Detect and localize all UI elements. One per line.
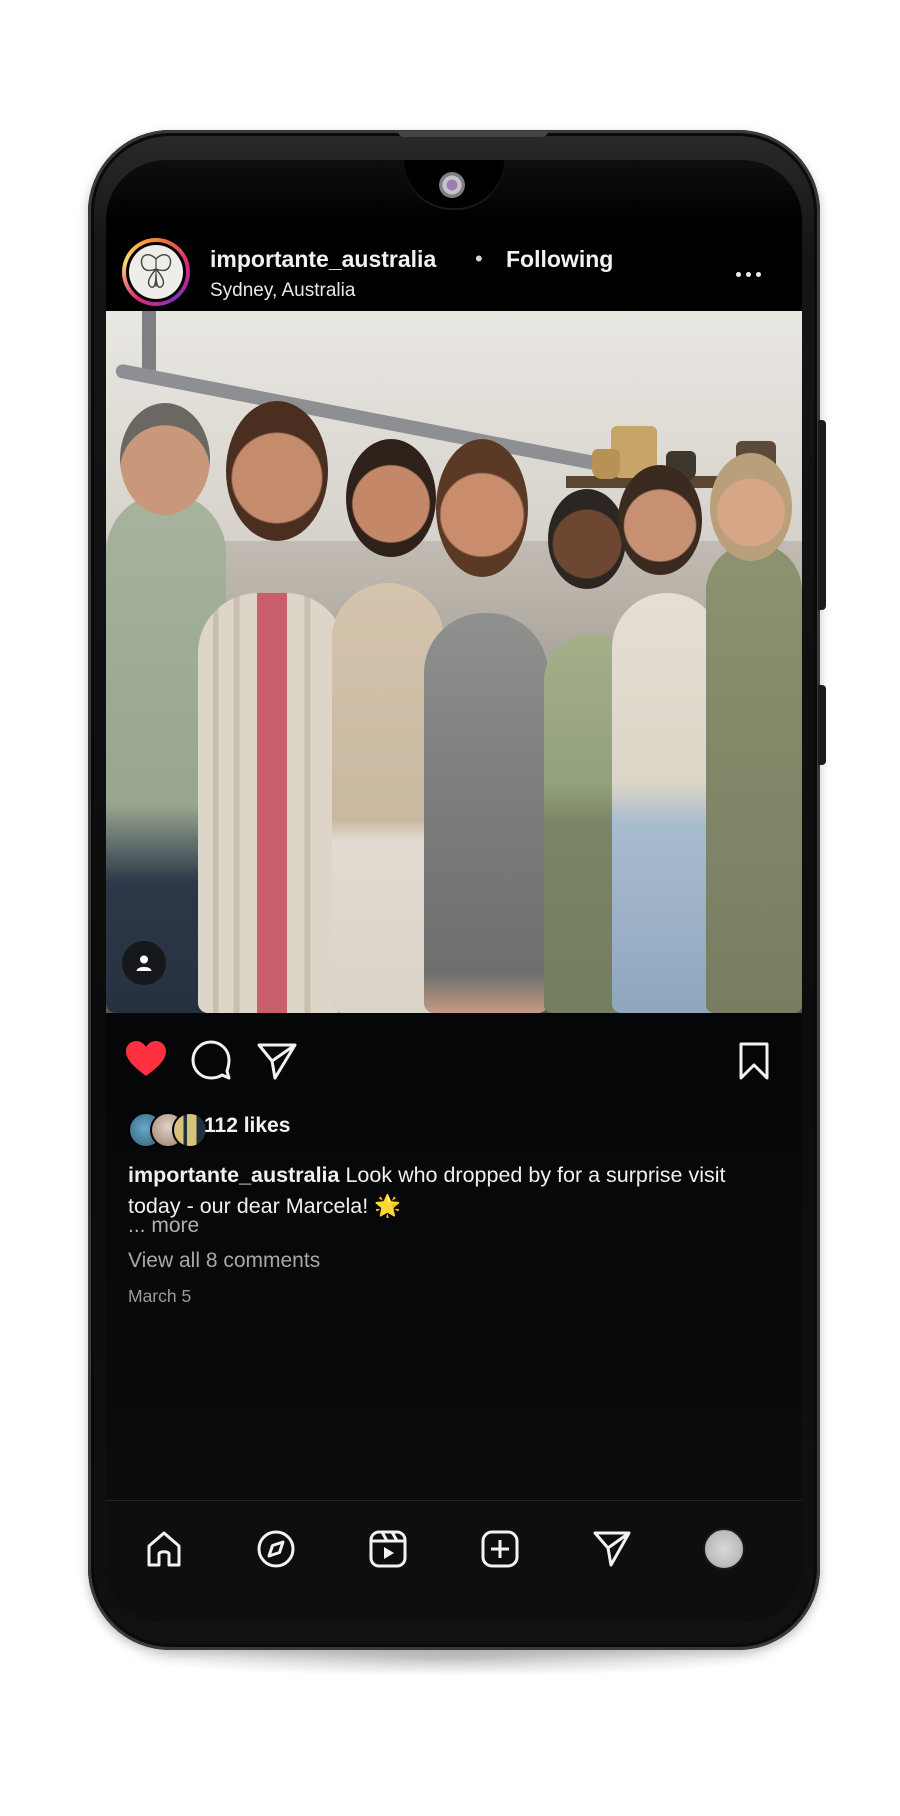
share-icon[interactable] [256,1041,298,1086]
following-button[interactable]: Following [506,246,613,273]
phone-screen: importante_australia • Following Sydney,… [106,160,802,1622]
power-button [818,685,826,765]
heart-icon[interactable] [124,1039,168,1084]
earpiece [398,131,548,137]
home-icon[interactable] [142,1527,186,1571]
more-options-icon[interactable] [728,262,768,286]
post-location[interactable]: Sydney, Australia [210,280,355,302]
story-ring[interactable] [122,238,190,306]
photo-person-head [436,439,528,577]
separator-dot: • [475,246,483,271]
avatar[interactable] [129,245,183,299]
photo-person-head [120,403,210,515]
post-date: March 5 [128,1286,192,1306]
reels-icon[interactable] [366,1527,410,1571]
photo-person [424,613,548,1013]
photo-person-head [346,439,436,557]
messages-icon[interactable] [590,1527,634,1571]
user-tag-icon[interactable] [122,941,166,985]
profile-icon[interactable] [702,1527,746,1571]
avatar-border [126,242,186,302]
create-icon[interactable] [478,1527,522,1571]
bookmark-icon[interactable] [736,1041,772,1086]
butterfly-logo-icon [140,254,172,288]
caption-username[interactable]: importante_australia [128,1163,339,1187]
explore-icon[interactable] [254,1527,298,1571]
caption: importante_australia Look who dropped by… [128,1160,778,1222]
front-camera [439,172,465,198]
photo-person-head [710,453,792,561]
liker-avatar [172,1112,208,1148]
comment-icon[interactable] [190,1039,232,1086]
view-comments-link[interactable]: View all 8 comments [128,1249,320,1273]
more-link[interactable]: ... more [128,1214,199,1238]
likes-count[interactable]: 112 likes [204,1114,290,1138]
post-username[interactable]: importante_australia [210,246,436,273]
phone-frame: importante_australia • Following Sydney,… [88,130,826,1650]
volume-button [818,420,826,610]
photo-person-head [226,401,328,541]
photo-person [706,543,802,1013]
photo-person-head [618,465,702,575]
photo-person [198,593,346,1013]
bottom-nav [106,1500,802,1622]
post-header: importante_australia • Following Sydney,… [106,210,802,310]
action-bar [106,1013,802,1113]
post-photo[interactable] [106,311,802,1013]
photo-person-head [548,489,626,589]
profile-avatar [703,1528,745,1570]
photo-vase [592,449,620,479]
